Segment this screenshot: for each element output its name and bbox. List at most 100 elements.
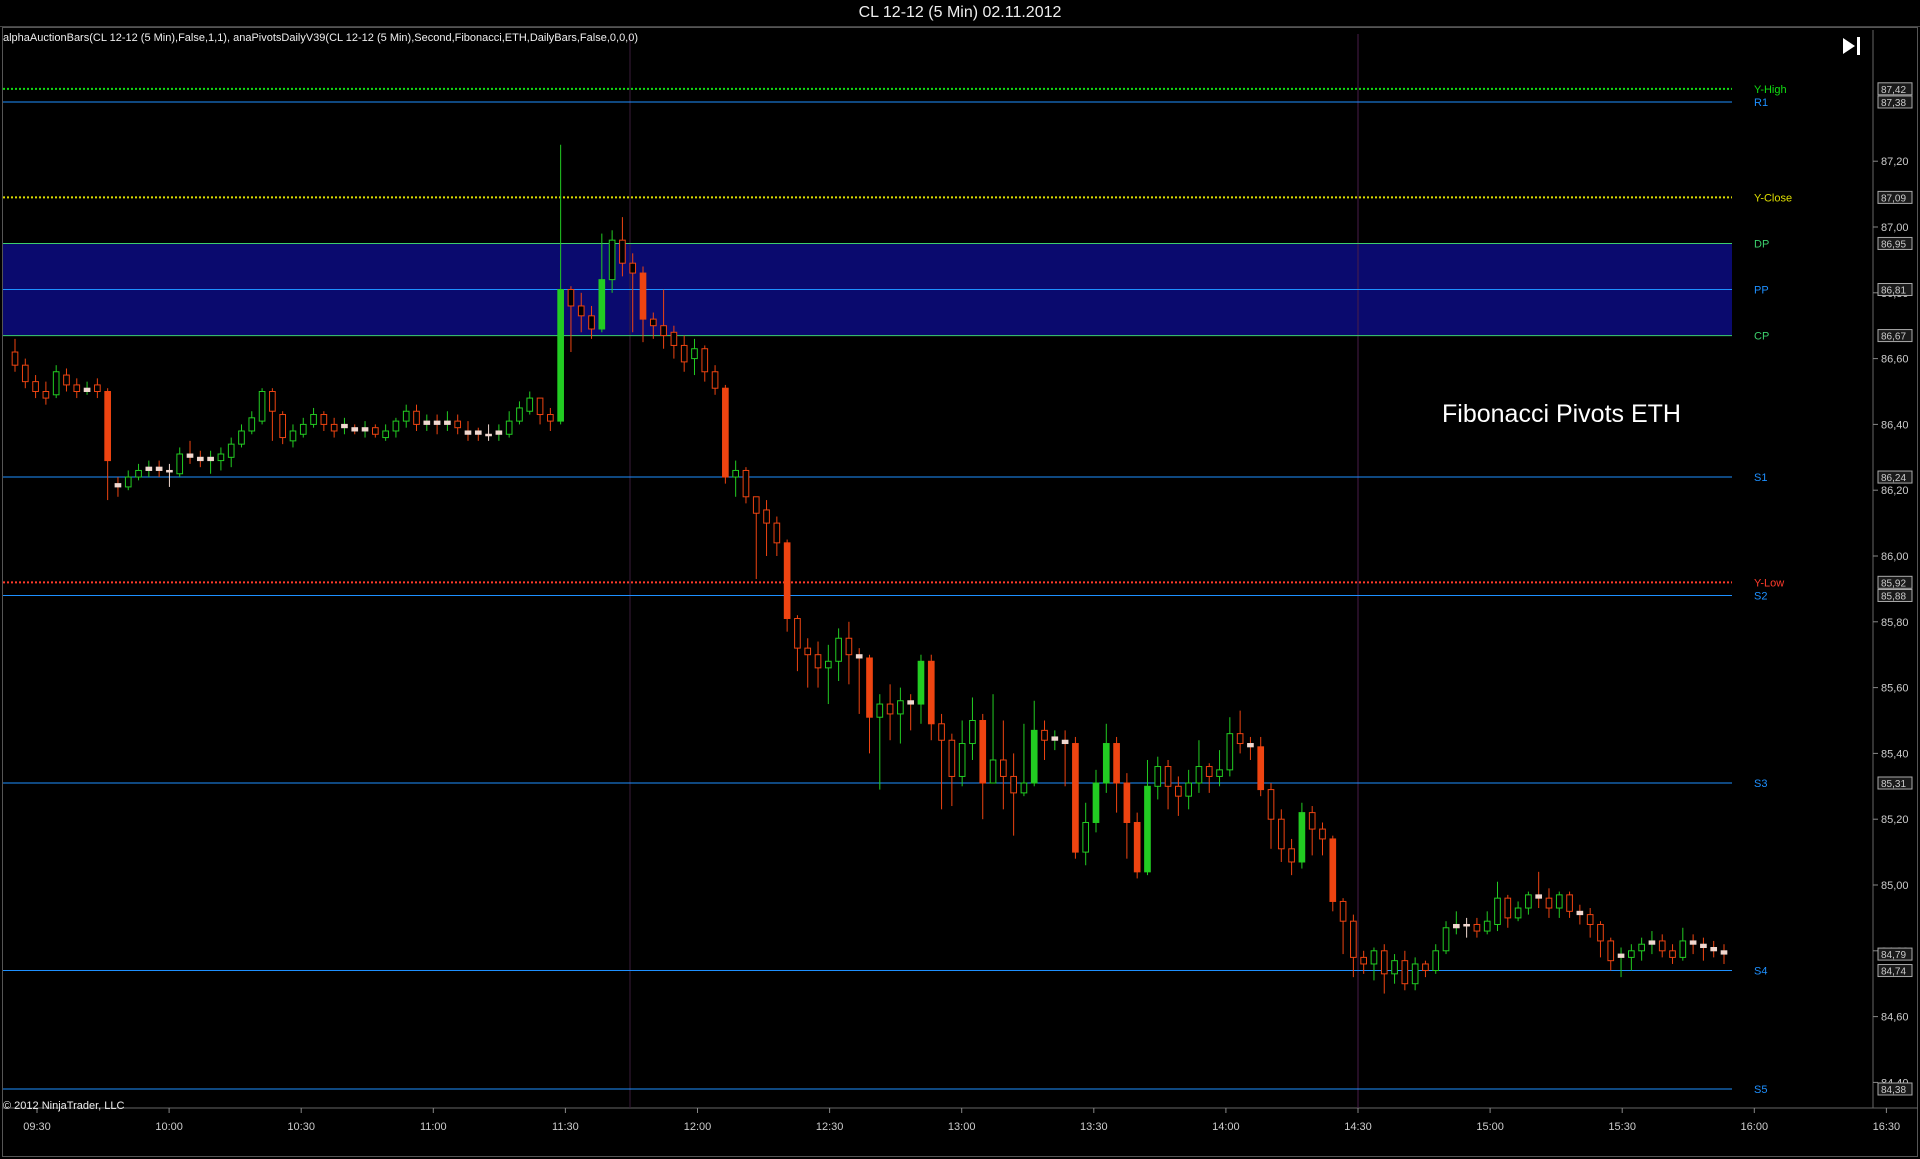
x-tick-label: 10:00 <box>155 1121 183 1133</box>
candle-body <box>701 348 709 373</box>
candle-body <box>351 427 359 432</box>
candle-body <box>32 381 39 393</box>
candle-body <box>804 647 812 656</box>
candle-body <box>1051 736 1059 741</box>
candle-body <box>423 420 431 425</box>
chart-canvas[interactable]: 87,2087,0086,8086,6086,4086,2086,0085,80… <box>0 0 1920 1159</box>
candle-body <box>732 469 739 478</box>
candle-body <box>1298 812 1306 863</box>
candle-body <box>876 703 884 718</box>
candle-body <box>680 344 688 363</box>
candle-body <box>1525 894 1532 909</box>
x-tick-label: 16:30 <box>1873 1121 1901 1133</box>
scroll-to-end-icon[interactable] <box>1838 34 1864 58</box>
level-label-s2: S2 <box>1754 590 1767 602</box>
y-tick-label: 87,20 <box>1881 156 1909 168</box>
candle-body <box>1072 743 1079 853</box>
candle-body <box>1700 943 1707 949</box>
candle-body <box>907 700 915 705</box>
scroll-to-end-glyph <box>1843 37 1860 55</box>
candle-body <box>1205 766 1213 777</box>
candle-body <box>505 420 513 435</box>
y-tick-label: 85,60 <box>1881 683 1909 695</box>
candle-body <box>1329 838 1337 902</box>
y-tick-label: 85,40 <box>1881 748 1909 760</box>
candle-body <box>866 657 873 718</box>
candle-body <box>485 433 492 437</box>
x-tick-label: 14:30 <box>1344 1121 1372 1133</box>
price-tag-value: 85,88 <box>1881 591 1906 602</box>
candle-body <box>258 391 266 422</box>
candle-body <box>1144 785 1151 873</box>
candle-body <box>783 542 791 620</box>
candle-body <box>969 720 976 745</box>
candle-body <box>1648 940 1656 945</box>
last-price-value: 84,79 <box>1881 950 1906 961</box>
candle-body <box>1463 923 1470 927</box>
price-tag-value: 84,38 <box>1881 1085 1906 1096</box>
candle-body <box>1277 818 1285 850</box>
candle-body <box>372 427 379 435</box>
candle-body <box>845 637 853 656</box>
level-label-s5: S5 <box>1754 1084 1767 1096</box>
candle-body <box>1092 782 1100 823</box>
candle-body <box>1628 950 1635 958</box>
candle-body <box>1504 897 1512 919</box>
candle-body <box>413 410 420 425</box>
level-label-s3: S3 <box>1754 778 1767 790</box>
candle-body <box>1452 923 1460 929</box>
price-tag-value: 86,95 <box>1881 239 1906 250</box>
candle-body <box>52 371 60 396</box>
x-tick-label: 15:30 <box>1608 1121 1636 1133</box>
level-label-y-low: Y-Low <box>1754 577 1784 589</box>
candle-body <box>1494 897 1501 925</box>
price-tag-value: 87,09 <box>1881 193 1906 204</box>
candle-body <box>547 414 554 422</box>
candle-body <box>927 660 935 725</box>
candle-body <box>855 654 863 659</box>
candle-body <box>114 483 122 488</box>
level-label-pp: PP <box>1754 285 1769 297</box>
candle-body <box>1350 920 1357 958</box>
candle-body <box>1154 766 1162 787</box>
y-tick-label: 86,00 <box>1881 551 1909 563</box>
candle-body <box>1308 812 1316 830</box>
candle-body <box>1442 927 1450 952</box>
candle-body <box>1360 956 1367 965</box>
candle-body <box>536 397 544 416</box>
level-label-cp: CP <box>1754 331 1769 343</box>
candle-body <box>269 391 276 412</box>
candle-body <box>402 410 410 422</box>
candle-body <box>63 374 70 386</box>
candle-body <box>608 239 616 281</box>
y-tick-label: 87,00 <box>1881 222 1909 234</box>
candle-body <box>958 743 966 777</box>
candle-body <box>1586 914 1594 925</box>
x-tick-label: 09:30 <box>23 1121 51 1133</box>
candle-body <box>989 759 997 784</box>
candle-body <box>176 453 184 475</box>
candle-body <box>186 453 194 458</box>
candle-body <box>433 420 441 425</box>
candle-body <box>763 509 770 524</box>
candle-body <box>649 318 657 327</box>
x-tick-label: 12:00 <box>684 1121 712 1133</box>
y-tick-label: 85,20 <box>1881 814 1909 826</box>
candle-body <box>1339 900 1347 922</box>
candle-body <box>1607 940 1615 962</box>
candle-body <box>1720 950 1728 955</box>
candle-body <box>619 239 626 264</box>
candle-body <box>835 637 842 662</box>
candle-body <box>897 700 904 715</box>
candle-body <box>629 262 637 274</box>
candle-body <box>1535 894 1543 899</box>
x-tick-label: 11:00 <box>420 1121 447 1133</box>
candle-body <box>1422 963 1429 972</box>
x-tick-label: 15:00 <box>1476 1121 1504 1133</box>
candle-body <box>1236 733 1244 745</box>
candle-body <box>1288 848 1295 863</box>
candle-body <box>1710 947 1718 952</box>
level-label-s1: S1 <box>1754 472 1767 484</box>
candle-body <box>1689 940 1697 945</box>
candle-body <box>1545 897 1553 909</box>
